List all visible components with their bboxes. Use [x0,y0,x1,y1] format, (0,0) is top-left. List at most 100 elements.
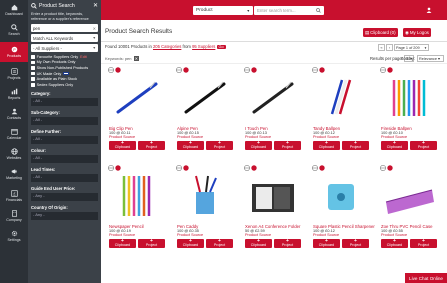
filter-select[interactable]: - All - [31,135,98,144]
product-source-link[interactable]: Product Source [177,135,203,139]
live-chat-button[interactable]: Live Chat Online [405,273,447,283]
product-source-link[interactable]: Product Source [381,135,407,139]
checkbox-box[interactable] [31,55,35,59]
product-image[interactable] [108,172,166,218]
add-to-clipboard-button[interactable]: + Clipboard [109,141,136,150]
add-to-clipboard-button[interactable]: + Clipboard [245,141,272,150]
nav-item-marketing[interactable]: Marketing [0,164,28,184]
add-to-clipboard-button[interactable]: + Clipboard [177,141,204,150]
add-to-clipboard-button[interactable]: + Clipboard [381,141,408,150]
filter-select[interactable]: - All - [31,116,98,125]
checkbox-box[interactable] [31,71,35,76]
go-button[interactable]: Go [216,45,226,49]
checkbox-box[interactable] [31,77,35,81]
search-icon[interactable] [316,8,321,13]
nav-label: Settings [7,238,21,242]
checkbox-box[interactable] [31,66,35,70]
add-to-clipboard-button[interactable]: + Clipboard [245,239,272,248]
add-to-project-button[interactable]: + Project [410,141,437,150]
product-card[interactable]: Alpine Pen 100 @ £0.15 Product Source + Clip… [173,64,237,154]
add-to-project-button[interactable]: + Project [206,141,233,150]
add-to-project-button[interactable]: + Project [342,141,369,150]
product-image[interactable] [380,172,438,218]
checkbox-box[interactable] [31,82,35,87]
product-card[interactable]: Big Clip Pen 100 @ £0.11 Product Source + Cl… [105,64,169,154]
nav-label: Marketing [6,176,22,180]
match-mode-select[interactable]: Match ALL Keywords ▼ [31,34,98,42]
checkbox-box[interactable] [31,60,35,65]
filter-select[interactable]: - Any - [31,211,98,220]
nav-item-calendar[interactable]: Calendar [0,124,28,144]
product-source-link[interactable]: Product Source [381,233,407,237]
nav-item-company[interactable]: Company [0,206,28,226]
product-source-link[interactable]: Product Source [313,135,339,139]
add-to-clipboard-button[interactable]: + Clipboard [313,141,340,150]
product-card[interactable]: I Touch Pen 100 @ £0.13 Product Source + Cli… [241,64,305,154]
add-to-project-button[interactable]: + Project [138,141,165,150]
clipboard-button[interactable]: ▤ Clipboard (0) [363,28,398,37]
nav-item-dashboard[interactable]: Dashboard [0,0,28,20]
nav-item-financials[interactable]: £ Financials [0,186,28,206]
filter-select[interactable]: - Any - [31,192,98,201]
prev-page-button[interactable]: ‹ [386,44,393,51]
add-to-clipboard-button[interactable]: + Clipboard [381,239,408,248]
nav-item-settings[interactable]: Settings [0,226,28,246]
filter-select[interactable]: - All - [31,154,98,163]
user-icon[interactable] [426,7,432,13]
product-card[interactable]: Xenon A4 Conference Folder 50 @ £2.59 Prod… [241,162,305,252]
filter-select[interactable]: - All - [31,97,98,106]
main-nav: Dashboard Search P Products Projects Reports C… [0,0,28,283]
product-image[interactable] [244,172,302,218]
remove-keyword-icon[interactable]: ✕ [133,56,139,61]
suppliers-select[interactable]: - All Suppliers - ▼ [31,44,98,52]
product-source-link[interactable]: Product Source [109,135,135,139]
top-search-input[interactable]: Enter search term... [254,6,324,15]
nav-item-products[interactable]: P Products [0,42,28,62]
product-image[interactable] [176,172,234,218]
add-to-project-button[interactable]: + Project [274,239,301,248]
product-card[interactable]: Newspaper Pencil 100 @ £0.19 Product Sourc… [105,162,169,252]
categories-link[interactable]: 205 Categories [153,44,181,49]
add-to-project-button[interactable]: + Project [206,239,233,248]
nav-item-contacts[interactable]: Contacts [0,104,28,124]
clear-icon[interactable]: ✕ [93,26,96,31]
add-to-project-button[interactable]: + Project [342,239,369,248]
product-card[interactable]: Square Plastic Pencil Sharpener 100 @ £0.… [309,162,375,252]
my-logos-button[interactable]: ◉ My Logos [403,28,431,37]
edit-link[interactable]: Edit [80,55,87,59]
product-image[interactable] [312,172,370,218]
product-image[interactable] [244,74,302,120]
product-card[interactable]: Fireside Ballpen 100 @ £0.10 Product Sourc… [377,64,441,154]
nav-item-projects[interactable]: Projects [0,64,28,84]
first-page-button[interactable]: « [378,44,385,51]
product-card[interactable]: Zoe Thru PVC Pencil Case 100 @ £0.55 Produ… [377,162,441,252]
product-source-link[interactable]: Product Source [177,233,203,237]
add-to-clipboard-button[interactable]: + Clipboard [313,239,340,248]
product-image[interactable] [312,74,370,120]
product-image[interactable] [380,74,438,120]
product-image[interactable] [108,74,166,120]
nav-label: Financials [5,198,23,202]
add-to-clipboard-button[interactable]: + Clipboard [177,239,204,248]
page-select[interactable]: Page 1 of 209 ▼ [394,44,429,51]
sort-select[interactable]: Relevance ▾ [417,55,444,62]
add-to-project-button[interactable]: + Project [274,141,301,150]
add-to-project-button[interactable]: + Project [410,239,437,248]
product-card[interactable]: Pen Caddy 100 @ £0.35 Product Source + Clipb… [173,162,237,252]
suppliers-link[interactable]: 95 Suppliers [192,44,215,49]
nav-item-search[interactable]: Search [0,20,28,40]
nav-item-websites[interactable]: Websites [0,144,28,164]
product-source-link[interactable]: Product Source [313,233,339,237]
nav-item-reports[interactable]: Reports [0,84,28,104]
product-source-link[interactable]: Product Source [109,233,135,237]
search-input[interactable]: pen ✕ [31,24,98,32]
product-source-link[interactable]: Product Source [245,135,271,139]
add-to-clipboard-button[interactable]: + Clipboard [109,239,136,248]
filter-select[interactable]: - All - [31,173,98,182]
add-to-project-button[interactable]: + Project [138,239,165,248]
product-card[interactable]: Tandy Ballpen 100 @ £0.12 Product Source + C… [309,64,373,154]
category-select[interactable]: Product ▼ [193,6,253,15]
close-icon[interactable]: ✕ [93,2,98,9]
product-image[interactable] [176,74,234,120]
product-source-link[interactable]: Product Source [245,233,271,237]
